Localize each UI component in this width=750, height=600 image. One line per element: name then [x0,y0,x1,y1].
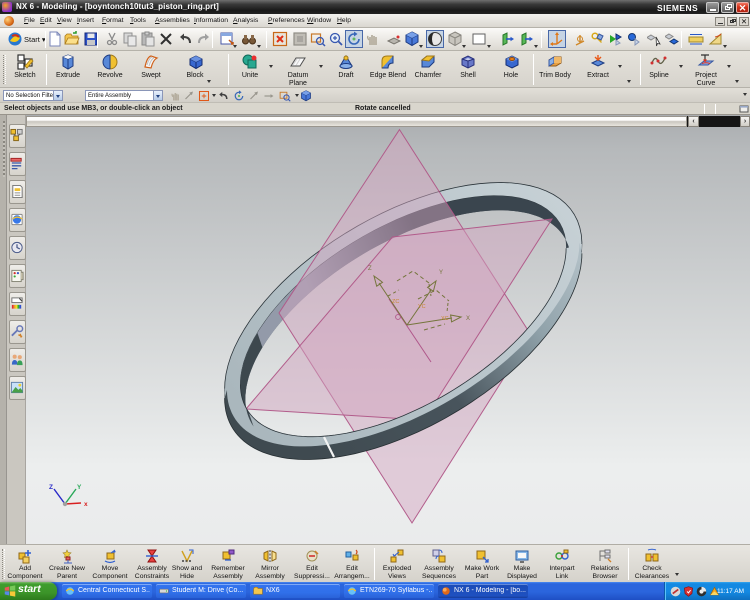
svg-text:Z: Z [368,266,372,272]
svg-text:ZC: ZC [392,299,399,305]
svg-text:Y: Y [439,270,443,276]
svg-text:Y: Y [77,484,82,491]
svg-text:YC: YC [418,304,426,310]
svg-text:XC: XC [441,316,449,322]
svg-text:X: X [466,316,470,322]
svg-text:Z: Z [49,484,53,491]
svg-text:x: x [84,501,88,508]
